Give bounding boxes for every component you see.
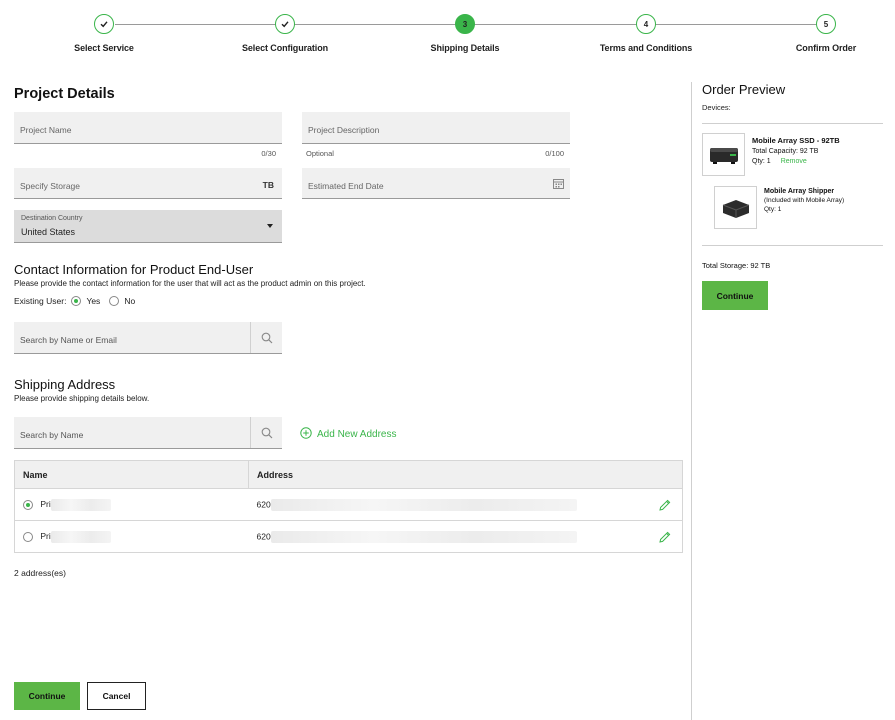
redacted-text (270, 530, 577, 543)
device-qty-row: Qty: 1 Remove (752, 157, 807, 167)
step-select-service[interactable]: Select Service (14, 14, 194, 53)
destination-country-label: Destination Country (21, 215, 83, 222)
column-header-address: Address (248, 460, 683, 489)
address-select-radio[interactable] (23, 531, 33, 542)
step-number: 5 (816, 14, 836, 34)
shipping-section-title: Shipping Address (14, 377, 116, 392)
end-date-placeholder: Estimated End Date (308, 181, 384, 191)
shipper-case-image (722, 199, 749, 218)
address-cell: 620 (248, 488, 683, 521)
devices-label: Devices: (702, 103, 731, 112)
storage-placeholder: Specify Storage (20, 181, 81, 191)
step-label: Select Configuration (241, 43, 328, 53)
cancel-button[interactable]: Cancel (87, 682, 146, 710)
shipping-search-input[interactable]: Search by Name (14, 417, 282, 449)
sidebar-divider (691, 82, 692, 720)
existing-user-yes-radio[interactable] (71, 296, 82, 306)
check-icon (275, 14, 295, 34)
address-count: 2 address(es) (14, 568, 66, 578)
column-header-name: Name (14, 460, 249, 489)
plus-circle-icon (300, 427, 312, 442)
address-name-cell: Pri (14, 520, 249, 553)
contact-search-placeholder: Search by Name or Email (20, 335, 117, 345)
project-name-input[interactable]: Project Name 0/30 (14, 112, 282, 158)
shipping-search-placeholder: Search by Name (20, 430, 84, 440)
sidebar-divider-top (702, 123, 883, 124)
calendar-icon[interactable] (553, 178, 564, 191)
page-title: Project Details (14, 86, 115, 102)
address-select-radio[interactable] (23, 499, 33, 510)
address-table: Name Address Pri 620 Pri 620 (14, 460, 683, 553)
check-icon (94, 14, 114, 34)
destination-country-value: United States (21, 227, 76, 237)
continue-button[interactable]: Continue (14, 682, 80, 710)
address-name-cell: Pri (14, 488, 249, 521)
mobile-array-image (709, 147, 738, 164)
add-new-address-label: Add New Address (317, 429, 397, 440)
project-name-counter: 0/30 (261, 149, 276, 158)
project-description-hint: Optional (306, 149, 334, 158)
step-label: Confirm Order (795, 43, 857, 53)
accessory-name: Mobile Array Shipper (764, 188, 835, 195)
table-header-row: Name Address (14, 460, 683, 489)
storage-unit: TB (262, 180, 274, 190)
redacted-text (50, 530, 111, 543)
pencil-icon[interactable] (658, 530, 672, 546)
address-cell: 620 (248, 520, 683, 553)
add-new-address-link[interactable]: Add New Address (300, 427, 397, 442)
existing-user-no-radio[interactable] (109, 296, 120, 306)
address-value: 620 (256, 530, 271, 541)
shipping-section-description: Please provide shipping details below. (14, 394, 150, 403)
device-thumbnail (702, 133, 745, 176)
existing-user-no-label[interactable]: No (124, 296, 135, 306)
step-label: Shipping Details (430, 43, 500, 53)
destination-country-select[interactable]: Destination Country United States (14, 210, 282, 243)
project-name-placeholder: Project Name (20, 125, 72, 135)
project-description-input[interactable]: Project Description Optional 0/100 (302, 112, 570, 158)
order-preview-title: Order Preview (702, 82, 786, 97)
end-date-input[interactable]: Estimated End Date (302, 168, 570, 199)
device-capacity: Total Capacity: 92 TB (752, 148, 819, 155)
step-number: 3 (455, 14, 475, 34)
step-select-configuration[interactable]: Select Configuration (195, 14, 375, 53)
contact-section-description: Please provide the contact information f… (14, 279, 366, 288)
address-name: Pri (40, 498, 51, 509)
step-shipping-details: 3 Shipping Details (375, 14, 555, 53)
existing-user-yes-label[interactable]: Yes (86, 296, 100, 306)
existing-user-row: Existing User: Yes No (14, 296, 135, 306)
redacted-text (270, 498, 577, 511)
remove-device-link[interactable]: Remove (781, 158, 807, 165)
caret-down-icon (267, 224, 273, 228)
contact-section-title: Contact Information for Product End-User (14, 262, 254, 277)
step-label: Select Service (74, 43, 134, 53)
table-row[interactable]: Pri 620 (14, 520, 683, 553)
existing-user-label: Existing User: (14, 296, 67, 306)
address-name: Pri (40, 530, 51, 541)
search-icon[interactable] (250, 417, 282, 448)
project-description-counter: 0/100 (545, 149, 564, 158)
progress-stepper: Select Service Select Configuration 3 Sh… (0, 0, 895, 70)
redacted-text (50, 498, 111, 511)
accessory-qty: Qty: 1 (764, 206, 782, 213)
contact-search-input[interactable]: Search by Name or Email (14, 322, 282, 354)
sidebar-divider-bottom (702, 245, 883, 246)
total-storage: Total Storage: 92 TB (702, 261, 771, 270)
step-confirm-order: 5 Confirm Order (736, 14, 895, 53)
accessory-thumbnail (714, 186, 757, 229)
step-label: Terms and Conditions (599, 43, 693, 53)
search-icon[interactable] (250, 322, 282, 353)
device-name: Mobile Array SSD - 92TB (752, 136, 840, 145)
device-qty: Qty: 1 (752, 158, 771, 165)
accessory-note: (Included with Mobile Array) (764, 197, 845, 204)
step-number: 4 (636, 14, 656, 34)
address-value: 620 (256, 498, 271, 509)
table-row[interactable]: Pri 620 (14, 488, 683, 521)
sidebar-continue-button[interactable]: Continue (702, 281, 768, 310)
project-description-placeholder: Project Description (308, 125, 380, 135)
storage-input[interactable]: Specify Storage TB (14, 168, 282, 199)
pencil-icon[interactable] (658, 498, 672, 514)
step-terms-and-conditions: 4 Terms and Conditions (556, 14, 736, 53)
